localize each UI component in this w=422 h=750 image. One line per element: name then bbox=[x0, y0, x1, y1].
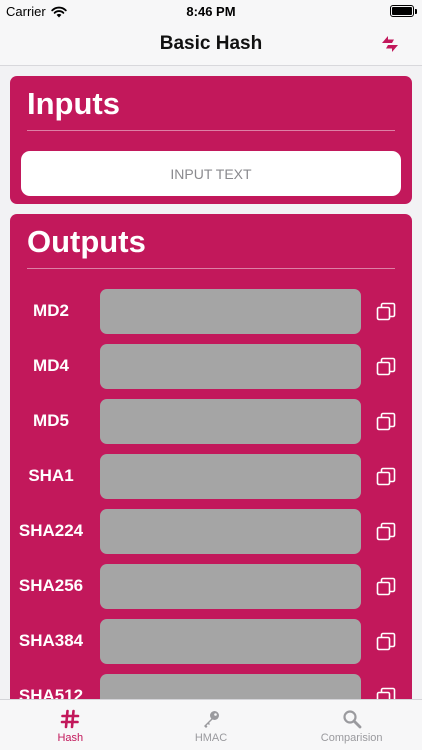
status-bar: Carrier 8:46 PM bbox=[0, 0, 422, 22]
output-row-md2: MD2 bbox=[10, 289, 412, 344]
tab-label: Hash bbox=[57, 732, 84, 744]
copy-icon[interactable] bbox=[376, 412, 396, 432]
status-time: 8:46 PM bbox=[186, 4, 236, 19]
output-value-field[interactable] bbox=[100, 454, 361, 499]
output-label: MD5 bbox=[33, 411, 69, 430]
output-label: MD2 bbox=[33, 301, 69, 320]
tab-label: HMAC bbox=[194, 732, 228, 744]
swap-arrows-icon bbox=[382, 36, 398, 52]
output-label: SHA1 bbox=[28, 466, 74, 485]
inputs-divider bbox=[27, 130, 395, 131]
output-value-field[interactable] bbox=[100, 564, 361, 609]
inputs-heading: Inputs bbox=[27, 86, 120, 121]
tab-comparision[interactable]: Comparision bbox=[281, 700, 422, 750]
copy-icon[interactable] bbox=[376, 357, 396, 377]
battery-icon bbox=[390, 5, 417, 17]
output-row-sha1: SHA1 bbox=[10, 454, 412, 509]
copy-icon[interactable] bbox=[376, 577, 396, 597]
output-rows: MD2 MD4 MD5 SHA1 SHA224 SHA256 SHA384 SH… bbox=[10, 289, 412, 729]
outputs-divider bbox=[27, 268, 395, 269]
magnifier-icon bbox=[343, 710, 362, 729]
output-row-sha224: SHA224 bbox=[10, 509, 412, 564]
copy-icon[interactable] bbox=[376, 467, 396, 487]
outputs-card: Outputs MD2 MD4 MD5 SHA1 SHA224 SHA256 S… bbox=[10, 214, 412, 734]
output-value-field[interactable] bbox=[100, 399, 361, 444]
copy-icon[interactable] bbox=[376, 522, 396, 542]
input-text-field[interactable] bbox=[21, 151, 401, 196]
output-row-sha256: SHA256 bbox=[10, 564, 412, 619]
output-row-md5: MD5 bbox=[10, 399, 412, 454]
copy-icon[interactable] bbox=[376, 302, 396, 322]
output-label: MD4 bbox=[33, 356, 69, 375]
tab-hash[interactable]: Hash bbox=[0, 700, 141, 750]
output-value-field[interactable] bbox=[100, 344, 361, 389]
swap-button[interactable] bbox=[376, 30, 404, 58]
key-icon bbox=[204, 711, 219, 728]
tab-hmac[interactable]: HMAC bbox=[141, 700, 282, 750]
copy-icon[interactable] bbox=[376, 632, 396, 652]
output-label: SHA256 bbox=[18, 576, 84, 595]
output-value-field[interactable] bbox=[100, 619, 361, 664]
page-title: Basic Hash bbox=[159, 33, 263, 54]
tab-label: Comparision bbox=[320, 732, 383, 744]
hash-icon bbox=[61, 709, 80, 729]
outputs-heading: Outputs bbox=[27, 224, 146, 259]
output-label: SHA224 bbox=[18, 521, 84, 540]
inputs-card: Inputs bbox=[10, 76, 412, 204]
output-row-md4: MD4 bbox=[10, 344, 412, 399]
output-value-field[interactable] bbox=[100, 509, 361, 554]
output-value-field[interactable] bbox=[100, 289, 361, 334]
navigation-bar: Basic Hash bbox=[0, 22, 422, 66]
output-label: SHA384 bbox=[18, 631, 84, 650]
output-row-sha384: SHA384 bbox=[10, 619, 412, 674]
tab-bar: Hash HMAC Comparision bbox=[0, 699, 422, 750]
